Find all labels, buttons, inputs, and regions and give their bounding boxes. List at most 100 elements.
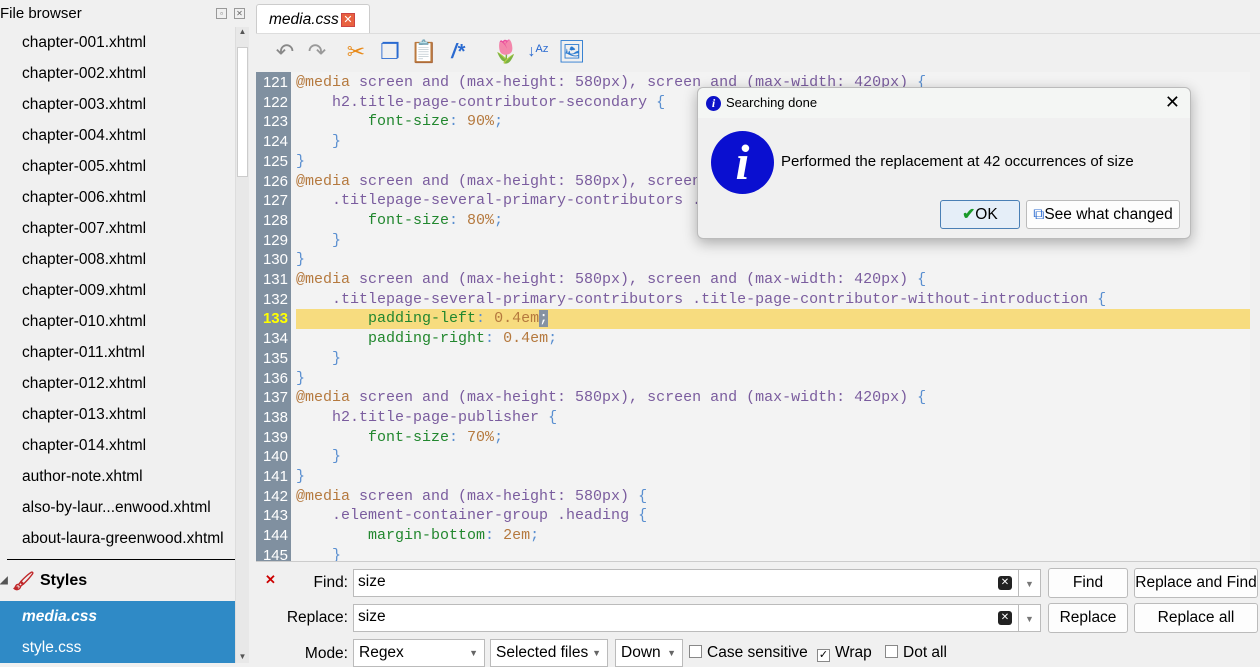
file-item[interactable]: chapter-005.xhtml bbox=[0, 151, 235, 182]
code-line[interactable]: .element-container-group .heading { bbox=[296, 506, 1251, 526]
see-what-changed-button[interactable]: ⧉See what changed bbox=[1026, 200, 1180, 229]
code-token: 0.4em bbox=[503, 330, 549, 348]
clear-replace-icon[interactable]: ✕ bbox=[998, 611, 1012, 625]
code-line[interactable]: h2.title-page-publisher { bbox=[296, 408, 1251, 428]
code-line[interactable]: } bbox=[296, 369, 1251, 389]
code-line[interactable]: } bbox=[296, 467, 1251, 487]
cut-icon[interactable]: ✂ bbox=[342, 38, 370, 66]
redo-icon[interactable]: ↷ bbox=[303, 38, 331, 66]
tulip-icon[interactable]: 🌷 bbox=[492, 38, 520, 66]
replace-history-dropdown[interactable]: ▼ bbox=[1019, 604, 1041, 632]
style-file-item[interactable]: style.css bbox=[0, 632, 235, 663]
code-line[interactable]: padding-right: 0.4em; bbox=[296, 329, 1251, 349]
file-item[interactable]: chapter-012.xhtml bbox=[0, 368, 235, 399]
code-token: h2.title-page-contributor-secondary bbox=[332, 93, 657, 111]
file-item[interactable]: chapter-011.xhtml bbox=[0, 337, 235, 368]
checkbox-box[interactable] bbox=[885, 645, 898, 658]
file-item[interactable]: chapter-006.xhtml bbox=[0, 182, 235, 213]
line-number: 139 bbox=[262, 428, 288, 446]
code-token: ; bbox=[494, 113, 504, 131]
code-token: ; bbox=[548, 330, 558, 348]
close-tab-icon[interactable]: ✕ bbox=[341, 13, 355, 27]
scroll-down-icon[interactable]: ▼ bbox=[236, 652, 249, 661]
code-line[interactable]: @media screen and (max-height: 580px), s… bbox=[296, 270, 1251, 290]
code-line[interactable]: } bbox=[296, 349, 1251, 369]
line-number: 144 bbox=[262, 527, 288, 545]
code-token: padding-right bbox=[368, 330, 486, 348]
file-item[interactable]: chapter-001.xhtml bbox=[0, 27, 235, 58]
code-token: } bbox=[332, 546, 342, 561]
file-item[interactable]: chapter-009.xhtml bbox=[0, 275, 235, 306]
file-item[interactable]: author-note.xhtml bbox=[0, 461, 235, 492]
line-number: 136 bbox=[262, 369, 288, 387]
file-item[interactable]: chapter-013.xhtml bbox=[0, 399, 235, 430]
file-item[interactable]: chapter-010.xhtml bbox=[0, 306, 235, 337]
replace-and-find-button[interactable]: Replace and Find bbox=[1134, 568, 1258, 598]
file-item[interactable]: chapter-014.xhtml bbox=[0, 430, 235, 461]
file-list: chapter-001.xhtml chapter-002.xhtml chapte… bbox=[0, 27, 235, 554]
code-line[interactable]: } bbox=[296, 546, 1251, 561]
clear-find-icon[interactable]: ✕ bbox=[998, 576, 1012, 590]
image-search-icon[interactable]: 🖼 bbox=[558, 38, 586, 66]
code-line[interactable]: @media screen and (max-height: 580px) { bbox=[296, 487, 1251, 507]
code-token: 80% bbox=[467, 211, 495, 229]
checkbox-box[interactable] bbox=[689, 645, 702, 658]
line-number: 132 bbox=[262, 290, 288, 308]
dropdown-arrow-icon: ▼ bbox=[667, 648, 676, 658]
undo-icon[interactable]: ↶ bbox=[271, 38, 299, 66]
panel-title: File browser bbox=[0, 5, 82, 22]
find-history-dropdown[interactable]: ▼ bbox=[1019, 569, 1041, 597]
collapse-arrow-icon[interactable]: ◢ bbox=[0, 568, 8, 594]
code-token: .titlepage-several-primary-contributors … bbox=[332, 192, 702, 210]
line-number: 134 bbox=[262, 330, 288, 348]
replace-button[interactable]: Replace bbox=[1048, 603, 1128, 633]
code-token: { bbox=[638, 507, 648, 525]
code-line[interactable]: } bbox=[296, 447, 1251, 467]
file-item[interactable]: also-by-laur...enwood.xhtml bbox=[0, 492, 235, 523]
style-file-item[interactable]: media.css bbox=[0, 601, 235, 632]
file-item[interactable]: chapter-002.xhtml bbox=[0, 58, 235, 89]
file-item[interactable]: chapter-007.xhtml bbox=[0, 213, 235, 244]
code-token: ; bbox=[494, 211, 504, 229]
code-line[interactable]: padding-left: 0.4em; bbox=[296, 309, 1251, 330]
file-item[interactable]: chapter-008.xhtml bbox=[0, 244, 235, 275]
ok-button[interactable]: ✔OK bbox=[940, 200, 1020, 229]
scrollbar-thumb[interactable] bbox=[237, 47, 248, 177]
float-panel-button[interactable]: ▫ bbox=[216, 8, 227, 19]
find-input[interactable]: size ✕ bbox=[353, 569, 1019, 597]
file-item[interactable]: about-laura-greenwood.xhtml bbox=[0, 523, 235, 554]
code-line[interactable]: @media screen and (max-height: 580px), s… bbox=[296, 388, 1251, 408]
sort-az-icon[interactable]: ↓ᴬᶻ bbox=[524, 38, 552, 66]
editor-scrollbar[interactable] bbox=[1250, 72, 1260, 561]
wrap-checkbox[interactable]: ✓ Wrap bbox=[817, 644, 872, 662]
code-line[interactable]: .titlepage-several-primary-contributors … bbox=[296, 290, 1251, 310]
close-find-icon[interactable]: ✕ bbox=[265, 572, 276, 588]
replace-all-button[interactable]: Replace all bbox=[1134, 603, 1258, 633]
close-panel-button[interactable]: ✕ bbox=[234, 8, 245, 19]
mode-label: Mode: bbox=[304, 645, 348, 662]
file-item[interactable]: chapter-003.xhtml bbox=[0, 89, 235, 120]
code-line[interactable]: font-size: 70%; bbox=[296, 428, 1251, 448]
code-token: 90% bbox=[467, 113, 495, 131]
replace-input[interactable]: size ✕ bbox=[353, 604, 1019, 632]
tab-media-css[interactable]: media.css ✕ bbox=[256, 4, 370, 33]
find-button[interactable]: Find bbox=[1048, 568, 1128, 598]
close-dialog-button[interactable]: ✕ bbox=[1165, 92, 1180, 113]
checkbox-box[interactable]: ✓ bbox=[817, 649, 830, 662]
case-sensitive-checkbox[interactable]: Case sensitive bbox=[689, 644, 808, 662]
sidebar-scrollbar[interactable]: ▲ ▼ bbox=[235, 27, 249, 663]
code-line[interactable]: margin-bottom: 2em; bbox=[296, 526, 1251, 546]
dot-all-checkbox[interactable]: Dot all bbox=[885, 644, 947, 662]
styles-group[interactable]: ◢ 🖌 Styles bbox=[0, 568, 235, 594]
scroll-up-icon[interactable]: ▲ bbox=[236, 27, 249, 36]
copy-icon[interactable]: ❐ bbox=[376, 38, 404, 66]
paste-icon[interactable]: 📋 bbox=[410, 38, 438, 66]
tab-label: media.css bbox=[269, 11, 339, 28]
comment-icon[interactable]: /* bbox=[444, 38, 472, 66]
code-line[interactable]: } bbox=[296, 250, 1251, 270]
file-item[interactable]: chapter-004.xhtml bbox=[0, 120, 235, 151]
